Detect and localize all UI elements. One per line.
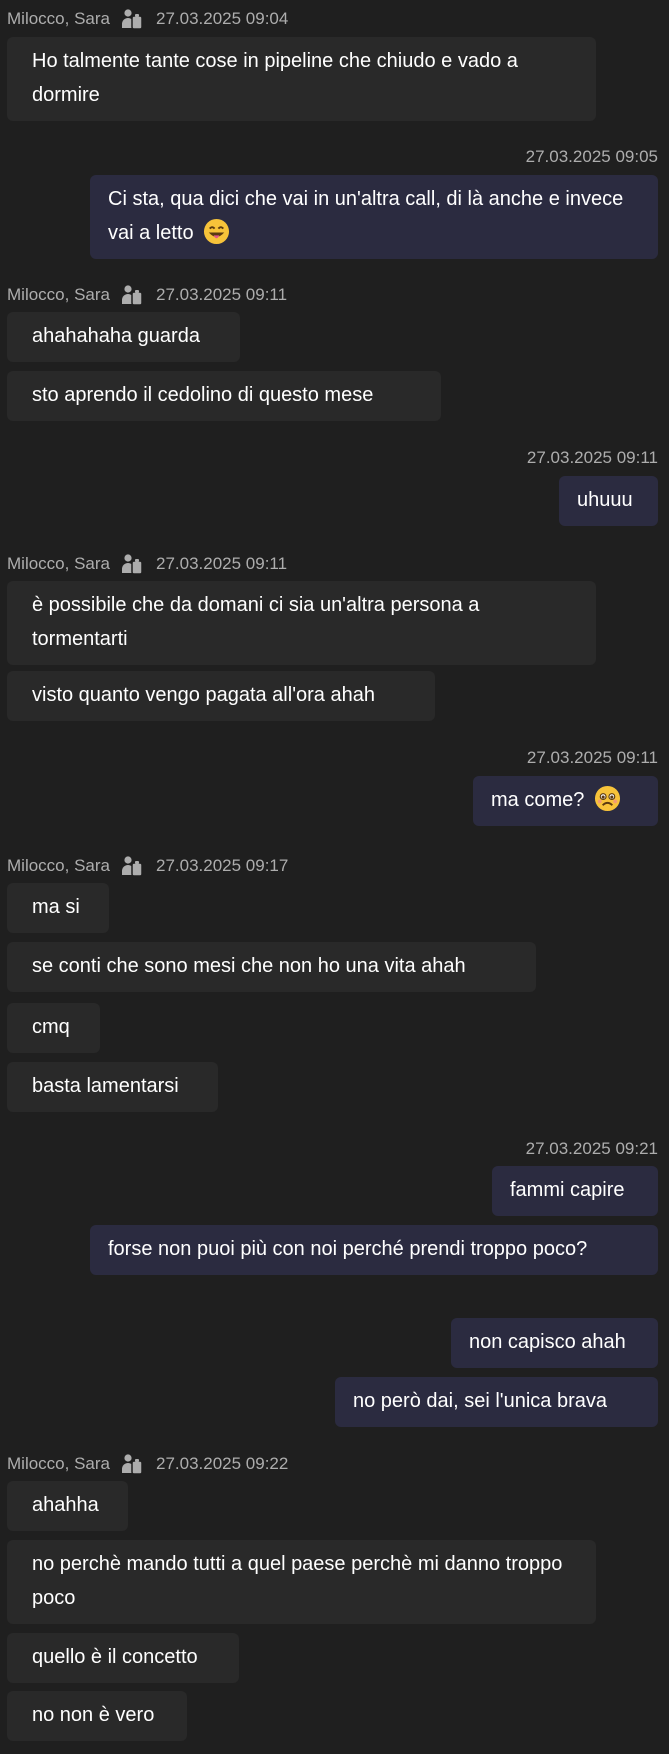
- incoming-message[interactable]: no perchè mando tutti a quel paese perch…: [7, 1540, 596, 1624]
- message-timestamp: 27.03.2025 09:11: [526, 448, 658, 467]
- message-text: forse non puoi più con noi perché prendi…: [108, 1238, 588, 1260]
- message-header: Milocco, Sara 27.03.2025 09:11: [7, 284, 287, 306]
- incoming-message[interactable]: visto quanto vengo pagata all'ora ahah: [7, 671, 435, 721]
- message-text: cmq: [32, 1016, 70, 1038]
- message-text: no non è vero: [32, 1704, 155, 1726]
- message-text: visto quanto vengo pagata all'ora ahah: [32, 684, 375, 706]
- message-text: basta lamentarsi: [32, 1075, 179, 1097]
- incoming-message[interactable]: cmq: [7, 1003, 100, 1053]
- incoming-message[interactable]: se conti che sono mesi che non ho una vi…: [7, 942, 536, 992]
- message-timestamp: 27.03.2025 09:04: [155, 9, 289, 28]
- outgoing-message[interactable]: ma come?: [473, 776, 658, 826]
- message-text: no perchè mando tutti a quel paese perch…: [32, 1553, 563, 1609]
- sender-name[interactable]: Milocco, Sara: [7, 9, 110, 29]
- sender-name[interactable]: Milocco, Sara: [7, 856, 110, 876]
- message-timestamp: 27.03.2025 09:11: [526, 748, 658, 767]
- message-timestamp: 27.03.2025 09:11: [155, 285, 288, 304]
- message-text: fammi capire: [510, 1179, 625, 1201]
- message-text: ma come?: [491, 789, 585, 811]
- sender-name[interactable]: Milocco, Sara: [7, 554, 110, 574]
- incoming-message[interactable]: quello è il concetto: [7, 1633, 239, 1683]
- status-icon: [121, 553, 143, 575]
- message-text: ma si: [32, 896, 80, 918]
- sender-name[interactable]: Milocco, Sara: [7, 285, 110, 305]
- incoming-message[interactable]: è possibile che da domani ci sia un'altr…: [7, 581, 596, 665]
- incoming-message[interactable]: ahahahaha guarda: [7, 312, 240, 362]
- grinning-tongue-emoji: [203, 218, 230, 245]
- incoming-message[interactable]: ahahha: [7, 1481, 128, 1531]
- incoming-message[interactable]: basta lamentarsi: [7, 1062, 218, 1112]
- message-text: quello è il concetto: [32, 1646, 198, 1668]
- message-text: Ho talmente tante cose in pipeline che c…: [32, 50, 518, 106]
- message-header: Milocco, Sara 27.03.2025 09:11: [7, 553, 287, 575]
- incoming-message[interactable]: no non è vero: [7, 1691, 187, 1741]
- incoming-message[interactable]: ma si: [7, 883, 109, 933]
- outgoing-message[interactable]: forse non puoi più con noi perché prendi…: [90, 1225, 658, 1275]
- sender-name[interactable]: Milocco, Sara: [7, 1454, 110, 1474]
- message-text: non capisco ahah: [469, 1331, 626, 1353]
- message-header: Milocco, Sara 27.03.2025 09:22: [7, 1453, 288, 1475]
- status-icon: [121, 1453, 143, 1475]
- message-header: Milocco, Sara 27.03.2025 09:04: [7, 8, 288, 30]
- message-text: no però dai, sei l'unica brava: [353, 1390, 607, 1412]
- outgoing-message[interactable]: Ci sta, qua dici che vai in un'altra cal…: [90, 175, 658, 259]
- message-timestamp: 27.03.2025 09:11: [155, 554, 288, 573]
- incoming-message[interactable]: sto aprendo il cedolino di questo mese: [7, 371, 441, 421]
- message-text: Ci sta, qua dici che vai in un'altra cal…: [108, 188, 624, 244]
- message-timestamp: 27.03.2025 09:21: [525, 1139, 658, 1158]
- frowning-emoji: [594, 785, 621, 812]
- status-icon: [121, 8, 143, 30]
- message-text: ahahahaha guarda: [32, 325, 200, 347]
- message-text: se conti che sono mesi che non ho una vi…: [32, 955, 466, 977]
- outgoing-message[interactable]: uhuuu: [559, 476, 658, 526]
- outgoing-message[interactable]: non capisco ahah: [451, 1318, 658, 1368]
- message-timestamp: 27.03.2025 09:17: [155, 856, 289, 875]
- chat-thread: Milocco, Sara 27.03.2025 09:04 Ho talmen…: [0, 0, 669, 1754]
- message-timestamp: 27.03.2025 09:05: [525, 147, 658, 166]
- incoming-message[interactable]: Ho talmente tante cose in pipeline che c…: [7, 37, 596, 121]
- message-text: uhuuu: [577, 489, 633, 511]
- message-text: ahahha: [32, 1494, 99, 1516]
- message-text: sto aprendo il cedolino di questo mese: [32, 384, 374, 406]
- message-header: Milocco, Sara 27.03.2025 09:17: [7, 855, 288, 877]
- message-timestamp: 27.03.2025 09:22: [155, 1454, 289, 1473]
- status-icon: [121, 284, 143, 306]
- status-icon: [121, 855, 143, 877]
- message-text: è possibile che da domani ci sia un'altr…: [32, 594, 480, 650]
- outgoing-message[interactable]: no però dai, sei l'unica brava: [335, 1377, 658, 1427]
- outgoing-message[interactable]: fammi capire: [492, 1166, 658, 1216]
